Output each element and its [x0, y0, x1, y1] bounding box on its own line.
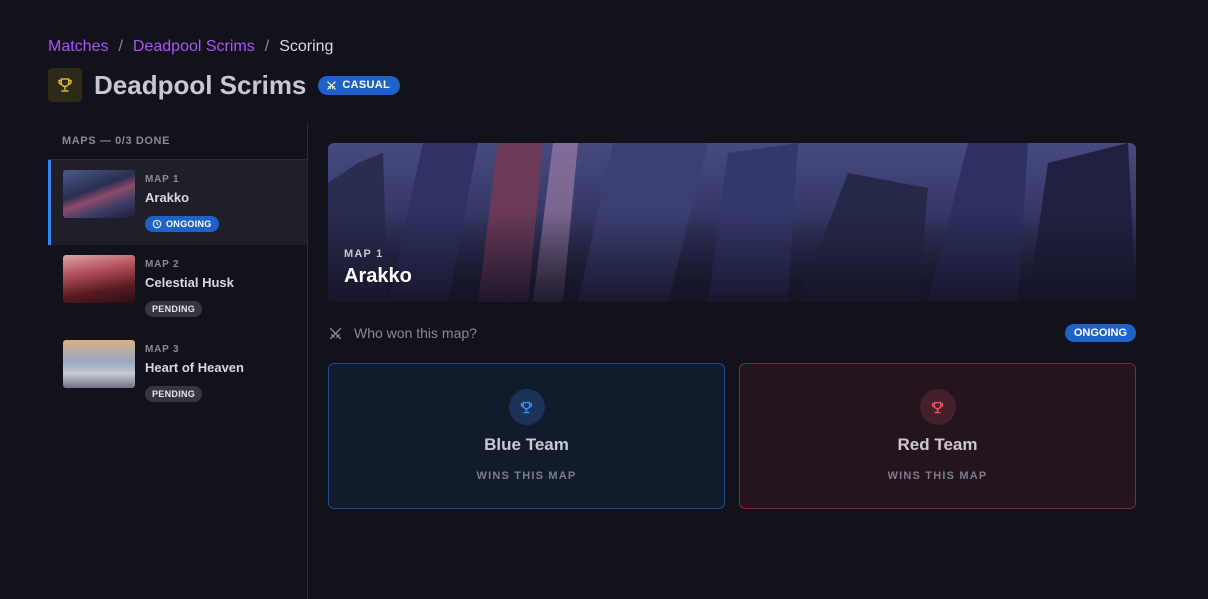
- map-thumbnail: [63, 255, 135, 303]
- team-name: Red Team: [897, 435, 978, 454]
- trophy-icon: [48, 68, 82, 102]
- hero-map-name: Arakko: [344, 265, 412, 287]
- red-team-button[interactable]: Red Team WINS THIS MAP: [739, 363, 1136, 509]
- status-badge: ONGOING: [145, 216, 219, 232]
- map-name: Heart of Heaven: [145, 360, 244, 375]
- title-row: Deadpool Scrims CASUAL: [48, 68, 401, 102]
- swords-icon: [327, 80, 337, 90]
- trophy-icon: [919, 389, 956, 425]
- status-label: PENDING: [152, 389, 196, 399]
- map-hero-banner: MAP 1 Arakko: [328, 143, 1136, 302]
- breadcrumb-separator: /: [264, 38, 270, 55]
- map-number: MAP 2: [145, 259, 180, 270]
- breadcrumb: Matches / Deadpool Scrims / Scoring: [48, 38, 333, 56]
- blue-team-button[interactable]: Blue Team WINS THIS MAP: [328, 363, 725, 509]
- status-label: ONGOING: [166, 219, 212, 229]
- breadcrumb-separator: /: [118, 38, 123, 55]
- casual-badge-label: CASUAL: [342, 79, 391, 91]
- map-name: Arakko: [145, 190, 190, 205]
- clock-icon: [152, 219, 162, 229]
- breadcrumb-matches-link[interactable]: Matches: [48, 38, 108, 56]
- status-badge: ONGOING: [1064, 324, 1136, 342]
- trophy-icon: [508, 389, 545, 425]
- casual-badge: CASUAL: [318, 75, 401, 95]
- map-number: MAP 1: [145, 174, 180, 185]
- breadcrumb-current: Scoring: [279, 38, 334, 55]
- winner-question: Who won this map?: [354, 325, 477, 341]
- map-thumbnail: [63, 170, 135, 218]
- breadcrumb-scrims-link[interactable]: Deadpool Scrims: [133, 38, 255, 56]
- swords-icon: [329, 327, 342, 339]
- map-number: MAP 3: [145, 344, 180, 355]
- map-item-arakko[interactable]: MAP 1 Arakko ONGOING: [48, 160, 307, 245]
- hero-map-number: MAP 1: [344, 248, 384, 260]
- status-label: PENDING: [152, 304, 196, 314]
- maps-sidebar: MAPS — 0/3 DONE MAP 1 Arakko ONGOING MAP…: [48, 123, 308, 599]
- team-subtitle: WINS THIS MAP: [476, 470, 577, 482]
- status-badge: PENDING: [145, 386, 203, 402]
- hero-gradient-overlay: [328, 212, 1136, 302]
- map-item-heart-of-heaven[interactable]: MAP 3 Heart of Heaven PENDING: [48, 330, 307, 415]
- map-name: Celestial Husk: [145, 275, 234, 290]
- sidebar-heading: MAPS — 0/3 DONE: [48, 123, 307, 160]
- team-name: Blue Team: [484, 435, 569, 454]
- map-item-celestial-husk[interactable]: MAP 2 Celestial Husk PENDING: [48, 245, 307, 330]
- status-badge: PENDING: [145, 301, 203, 317]
- map-thumbnail: [63, 340, 135, 388]
- page-title: Deadpool Scrims: [94, 69, 307, 100]
- team-subtitle: WINS THIS MAP: [887, 470, 988, 482]
- winner-question-row: Who won this map? ONGOING: [328, 322, 1136, 344]
